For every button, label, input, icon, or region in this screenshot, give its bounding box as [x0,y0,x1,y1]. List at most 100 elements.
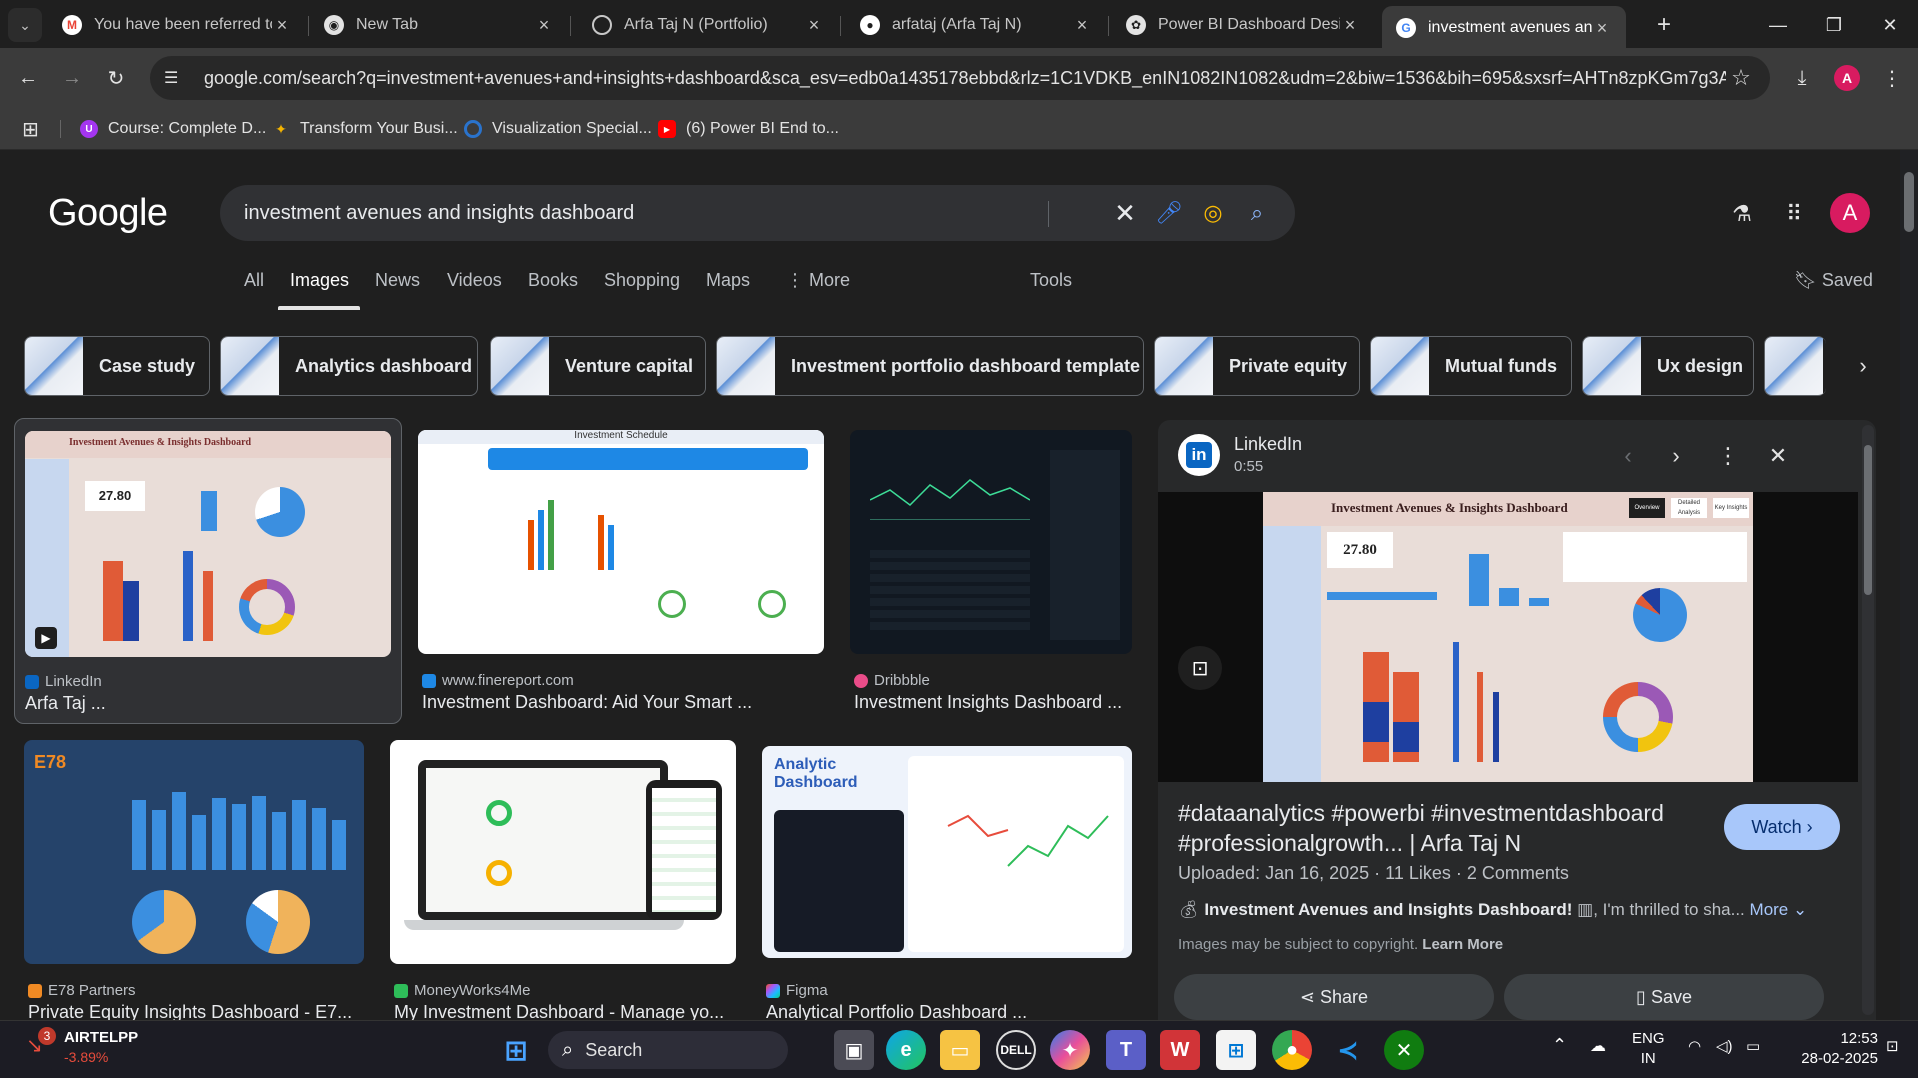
result-title[interactable]: Analytical Portfolio Dashboard ... [766,1002,1134,1020]
tab-gmail[interactable]: M You have been referred to × [48,6,306,44]
restore-icon[interactable]: ❐ [1814,8,1854,42]
copilot-icon[interactable]: ✦ [1050,1030,1090,1070]
tab-all[interactable]: All [244,270,264,291]
reload-icon[interactable]: ↻ [100,62,132,94]
google-logo[interactable]: Google [48,192,168,235]
chip-ux-design[interactable]: Ux design [1582,336,1754,396]
search-icon[interactable]: ⌕ [1235,200,1279,226]
teams-icon[interactable]: T [1106,1030,1146,1070]
next-result-icon[interactable]: › [1660,440,1692,472]
microphone-icon[interactable]: 🎤︎ [1147,200,1191,226]
result-title[interactable]: Investment Dashboard: Aid Your Smart ... [422,692,822,713]
new-tab-button[interactable]: + [1644,8,1684,42]
result-thumbnail[interactable]: E78 [24,740,364,964]
preview-image[interactable]: Investment Avenues & Insights Dashboard … [1263,492,1753,782]
back-icon[interactable]: ← [12,62,44,94]
tab-chatgpt[interactable]: ✿ Power BI Dashboard Desig × [1112,6,1374,44]
dell-icon[interactable]: DELL [996,1030,1036,1070]
close-preview-icon[interactable]: ✕ [1762,440,1794,472]
result-thumbnail[interactable] [390,740,736,964]
file-explorer-icon[interactable]: ▭ [940,1030,980,1070]
bookmark-udemy[interactable]: U Course: Complete D... [80,116,266,142]
wps-office-icon[interactable]: W [1160,1030,1200,1070]
chip-investment-portfolio-template[interactable]: Investment portfolio dashboard template [716,336,1144,396]
close-icon[interactable]: × [534,15,554,36]
microsoft-store-icon[interactable]: ⊞ [1216,1030,1256,1070]
learn-more-link[interactable]: Learn More [1422,936,1503,953]
preview-scrollbar[interactable] [1862,425,1874,1015]
tab-github[interactable]: ● arfataj (Arfa Taj N) × [846,6,1106,44]
notification-bell-icon[interactable]: ⊡ [1886,1037,1899,1057]
wifi-icon[interactable]: ◠ [1688,1037,1701,1057]
edge-icon[interactable]: e [886,1030,926,1070]
scrollbar-thumb[interactable] [1864,445,1872,595]
bookmark-coursera[interactable]: Visualization Special... [464,116,652,142]
taskbar-search[interactable]: ⌕ Search [548,1031,788,1069]
tab-images[interactable]: Images [290,270,349,291]
window-close-icon[interactable]: ✕ [1870,8,1910,42]
saved-link[interactable]: 🔖︎ Saved [1794,270,1873,291]
tab-shopping[interactable]: Shopping [604,270,680,291]
tab-maps[interactable]: Maps [706,270,750,291]
page-scrollbar[interactable] [1900,150,1918,1020]
previous-result-icon[interactable]: ‹ [1612,440,1644,472]
result-source[interactable]: MoneyWorks4Me [394,982,530,999]
result-source[interactable]: Dribbble [854,672,930,689]
result-title[interactable]: Private Equity Insights Dashboard - E7..… [28,1002,364,1020]
menu-kebab-icon[interactable]: ⋮ [1876,62,1908,94]
result-source[interactable]: E78 Partners [28,982,136,999]
chip-mutual-funds[interactable]: Mutual funds [1370,336,1572,396]
tab-books[interactable]: Books [528,270,578,291]
tab-google-search[interactable]: G investment avenues and in × [1382,6,1626,50]
language-indicator[interactable]: ENG IN [1632,1029,1665,1069]
xbox-icon[interactable]: ✕ [1384,1030,1424,1070]
more-link[interactable]: More ⌄ [1750,900,1808,919]
stock-name[interactable]: AIRTELPP [64,1029,138,1046]
close-icon[interactable]: × [1592,18,1612,39]
lens-search-icon[interactable]: ⊡ [1178,646,1222,690]
play-icon[interactable]: ▶ [35,627,57,649]
chip-analytics-dashboard[interactable]: Analytics dashboard [220,336,478,396]
result-thumbnail[interactable]: Investment Avenues & Insights Dashboard … [25,431,391,657]
close-icon[interactable]: × [804,15,824,36]
image-result-figma[interactable]: Analytic Dashboard Figma Analytical Port… [762,746,1136,1020]
result-thumbnail[interactable]: Analytic Dashboard [762,746,1132,958]
share-button[interactable]: ⋖ Share [1174,974,1494,1020]
labs-flask-icon[interactable]: ⚗ [1726,198,1758,230]
tray-overflow-icon[interactable]: ⌃ [1552,1035,1567,1055]
account-avatar[interactable]: A [1830,193,1870,233]
image-result-dribbble[interactable]: Dribbble Investment Insights Dashboard .… [850,430,1134,726]
bookmark-youtube[interactable]: ▶ (6) Power BI End to... [658,116,839,142]
apps-grid-icon[interactable]: ⠿ [1778,198,1810,230]
result-thumbnail[interactable]: Investment Schedule [418,430,824,654]
chip-venture-capital[interactable]: Venture capital [490,336,706,396]
result-title[interactable]: Investment Insights Dashboard ... [854,692,1132,713]
chevron-right-icon[interactable]: › [1845,348,1881,384]
more-options-icon[interactable]: ⋮ [1712,440,1744,472]
result-source[interactable]: Figma [766,982,828,999]
tab-search-button[interactable]: ⌄ [8,8,42,42]
search-box[interactable]: investment avenues and insights dashboar… [220,185,1295,241]
task-view-icon[interactable]: ▣ [834,1030,874,1070]
chrome-taskbar-icon[interactable]: ● [1272,1030,1312,1070]
forward-icon[interactable]: → [56,62,88,94]
search-input[interactable]: investment avenues and insights dashboar… [244,202,1103,225]
image-result-e78[interactable]: E78 E78 Partners Private Equity Insights… [24,740,366,1020]
tab-more[interactable]: ⋮ More [786,270,850,291]
tab-new-tab[interactable]: ◉ New Tab × [310,6,568,44]
scrollbar-thumb[interactable] [1904,172,1914,232]
close-icon[interactable]: × [1340,15,1360,36]
result-thumbnail[interactable] [850,430,1132,654]
watch-button[interactable]: Watch › [1724,804,1840,850]
volume-icon[interactable]: ◁) [1716,1037,1733,1057]
tab-videos[interactable]: Videos [447,270,502,291]
clear-icon[interactable]: ✕ [1103,198,1147,229]
tab-portfolio[interactable]: Arfa Taj N (Portfolio) × [578,6,838,44]
address-bar[interactable]: ☰ google.com/search?q=investment+avenues… [150,56,1770,100]
minimize-icon[interactable]: — [1758,8,1798,42]
vscode-icon[interactable]: ≺ [1328,1030,1368,1070]
onedrive-icon[interactable]: ☁ [1590,1037,1606,1057]
result-title[interactable]: Arfa Taj ... [25,693,385,714]
result-source[interactable]: www.finereport.com [422,672,574,689]
tab-tools[interactable]: Tools [1030,270,1072,291]
